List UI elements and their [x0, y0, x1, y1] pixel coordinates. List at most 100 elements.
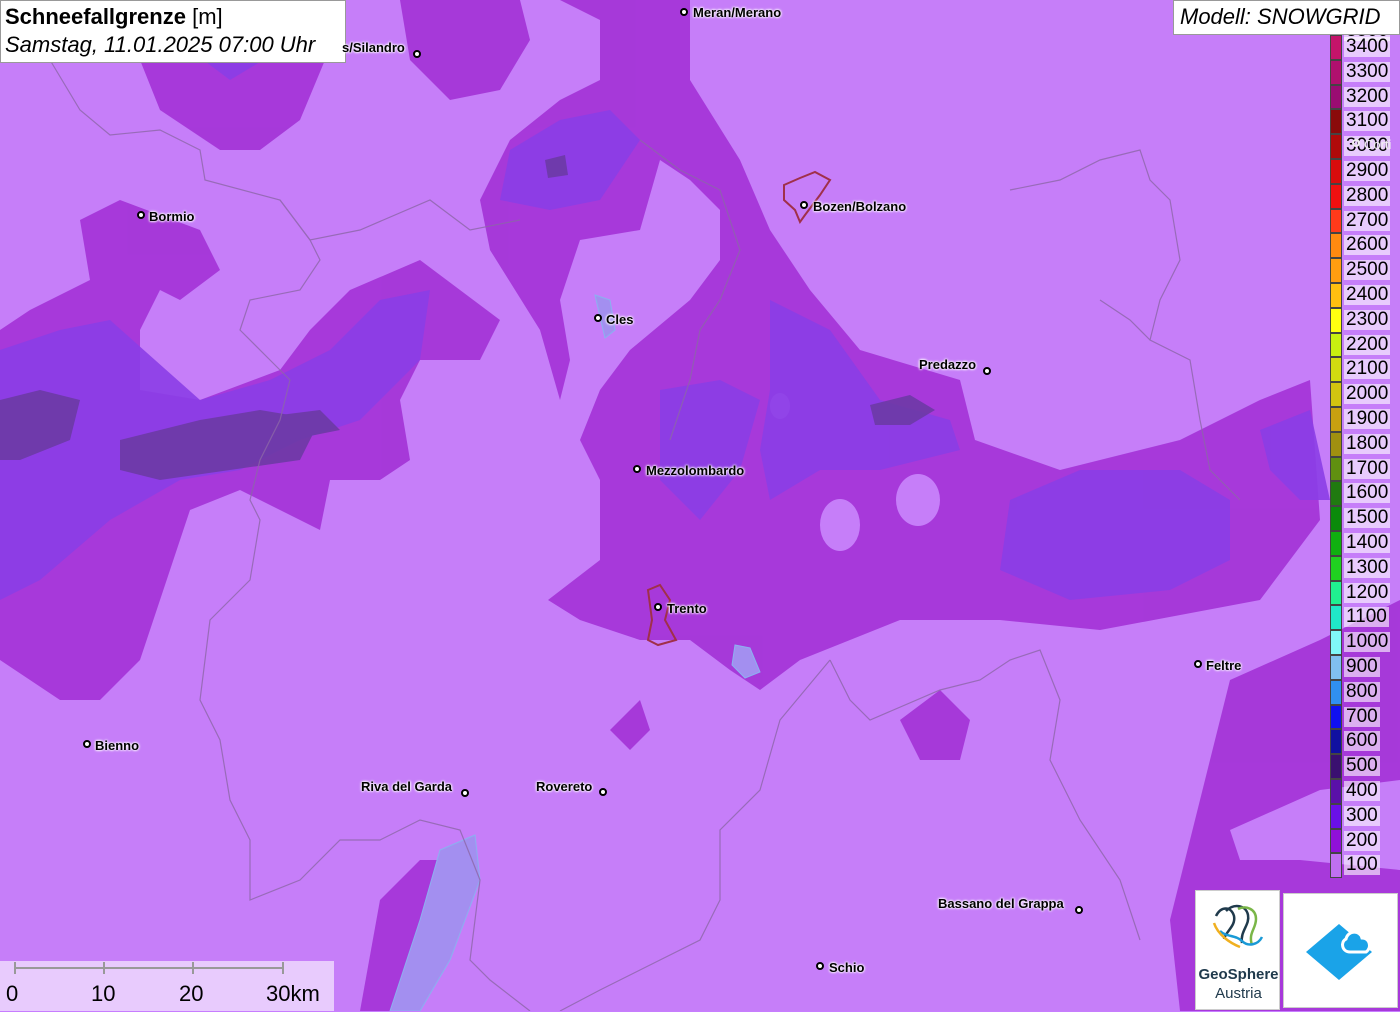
- weather-app-logo[interactable]: [1283, 893, 1398, 1008]
- city-label: Cles: [606, 312, 634, 327]
- city-marker: [654, 603, 662, 611]
- geosphere-name-line1: GeoSphere: [1198, 966, 1279, 983]
- legend-label: 1600: [1344, 482, 1391, 504]
- legend-row-3100: 3100: [1328, 109, 1400, 135]
- map-datetime: Samstag, 11.01.2025 07:00 Uhr: [5, 32, 316, 57]
- map-title-box: Schneefallgrenze [m] Samstag, 11.01.2025…: [0, 0, 346, 63]
- legend-row-2400: 2400: [1328, 283, 1400, 308]
- scalebar: 0 10 20 30km: [0, 961, 334, 1011]
- legend-row-400: 400: [1328, 779, 1400, 804]
- legend-swatch: [1330, 580, 1342, 606]
- legend-label: 1500: [1344, 507, 1391, 529]
- legend-swatch: [1330, 35, 1342, 60]
- legend-label: 1700: [1344, 457, 1391, 479]
- legend-row-2200: 2200: [1328, 332, 1400, 358]
- legend-label: 2400: [1344, 284, 1391, 305]
- legend-swatch: [1330, 828, 1342, 854]
- legend-swatch: [1330, 803, 1342, 829]
- geosphere-logo[interactable]: GeoSphere Austria: [1195, 890, 1280, 1010]
- legend-swatch: [1330, 357, 1342, 383]
- legend-label: 1000: [1344, 631, 1391, 653]
- legend-swatch: [1330, 630, 1342, 655]
- legend-swatch: [1330, 531, 1342, 556]
- city-marker: [594, 314, 602, 322]
- legend-label: 700: [1344, 705, 1380, 727]
- legend-row-3300: 3300: [1328, 59, 1400, 85]
- legend-label: 2000: [1344, 383, 1391, 405]
- city-marker: [816, 962, 824, 970]
- house-cloud-icon: [1306, 924, 1372, 980]
- legend-row-900: 900: [1328, 655, 1400, 680]
- legend-swatch: [1330, 382, 1342, 407]
- legend-swatch: [1330, 779, 1342, 804]
- legend-label: 3300: [1344, 60, 1391, 82]
- color-legend: 3500340033003200310030002900280027002600…: [1328, 35, 1400, 891]
- city-label: Bozen/Bolzano: [813, 199, 907, 214]
- city-label: Bassano del Grappa: [938, 896, 1064, 911]
- geosphere-emblem-icon: [1212, 904, 1264, 949]
- city-label: s/Silandro: [342, 40, 405, 55]
- legend-row-300: 300: [1328, 803, 1400, 829]
- geosphere-name-line2: Austria: [1215, 985, 1262, 1002]
- city-marker: [137, 211, 145, 219]
- legend-swatch: [1330, 605, 1342, 631]
- city-marker: [1075, 906, 1083, 914]
- legend-label: 800: [1344, 680, 1380, 702]
- model-label: Modell: SNOWGRID: [1173, 0, 1400, 35]
- city-marker: [599, 788, 607, 796]
- legend-label: 2900: [1344, 160, 1391, 181]
- legend-label: 3400: [1344, 36, 1391, 57]
- scalebar-label-10: 10: [91, 981, 116, 1006]
- legend-label: 3100: [1344, 110, 1391, 132]
- legend-swatch: [1330, 159, 1342, 184]
- legend-label: 2800: [1344, 184, 1391, 206]
- legend-swatch: [1330, 134, 1342, 159]
- city-label: Schio: [829, 960, 865, 975]
- legend-label: 1900: [1344, 408, 1391, 429]
- snowfall-map[interactable]: [0, 0, 1400, 1011]
- city-marker: [680, 8, 688, 16]
- city-marker: [800, 201, 808, 209]
- legend-label: 2700: [1344, 209, 1391, 231]
- legend-row-1700: 1700: [1328, 456, 1400, 482]
- legend-swatch: [1330, 283, 1342, 308]
- legend-row-1200: 1200: [1328, 580, 1400, 606]
- legend-row-1400: 1400: [1328, 531, 1400, 556]
- legend-row-2500: 2500: [1328, 258, 1400, 283]
- scalebar-label-30km: 30km: [266, 981, 320, 1006]
- city-label: Feltre: [1206, 658, 1242, 673]
- legend-swatch: [1330, 59, 1342, 85]
- legend-row-2100: 2100: [1328, 357, 1400, 383]
- legend-row-500: 500: [1328, 754, 1400, 779]
- legend-swatch: [1330, 233, 1342, 259]
- legend-label: 1400: [1344, 532, 1391, 553]
- city-label: Rovereto: [536, 779, 593, 794]
- legend-swatch: [1330, 183, 1342, 209]
- legend-swatch: [1330, 679, 1342, 705]
- city-label: Predazzo: [919, 357, 977, 372]
- legend-row-1800: 1800: [1328, 431, 1400, 457]
- legend-row-2700: 2700: [1328, 208, 1400, 234]
- legend-swatch: [1330, 853, 1342, 879]
- legend-swatch: [1330, 332, 1342, 358]
- map-title: Schneefallgrenze [m]: [5, 4, 223, 29]
- city-marker: [633, 465, 641, 473]
- city-marker: [1352, 139, 1360, 147]
- city-marker: [413, 50, 421, 58]
- legend-label: 1200: [1344, 581, 1391, 603]
- legend-label: 1100: [1344, 606, 1389, 628]
- legend-row-1000: 1000: [1328, 630, 1400, 655]
- legend-row-1100: 1100: [1328, 605, 1400, 631]
- city-label: Mezzolombardo: [646, 463, 745, 478]
- city-label: Bienno: [95, 738, 140, 753]
- legend-row-3400: 3400: [1328, 35, 1400, 60]
- legend-label: 100: [1344, 854, 1380, 876]
- legend-row-1300: 1300: [1328, 555, 1400, 581]
- legend-row-1900: 1900: [1328, 407, 1400, 432]
- legend-row-2900: 2900: [1328, 159, 1400, 184]
- legend-swatch: [1330, 407, 1342, 432]
- legend-row-800: 800: [1328, 679, 1400, 705]
- city-label: Meran/Merano: [693, 5, 782, 20]
- legend-swatch: [1330, 555, 1342, 581]
- legend-label: 2600: [1344, 234, 1391, 256]
